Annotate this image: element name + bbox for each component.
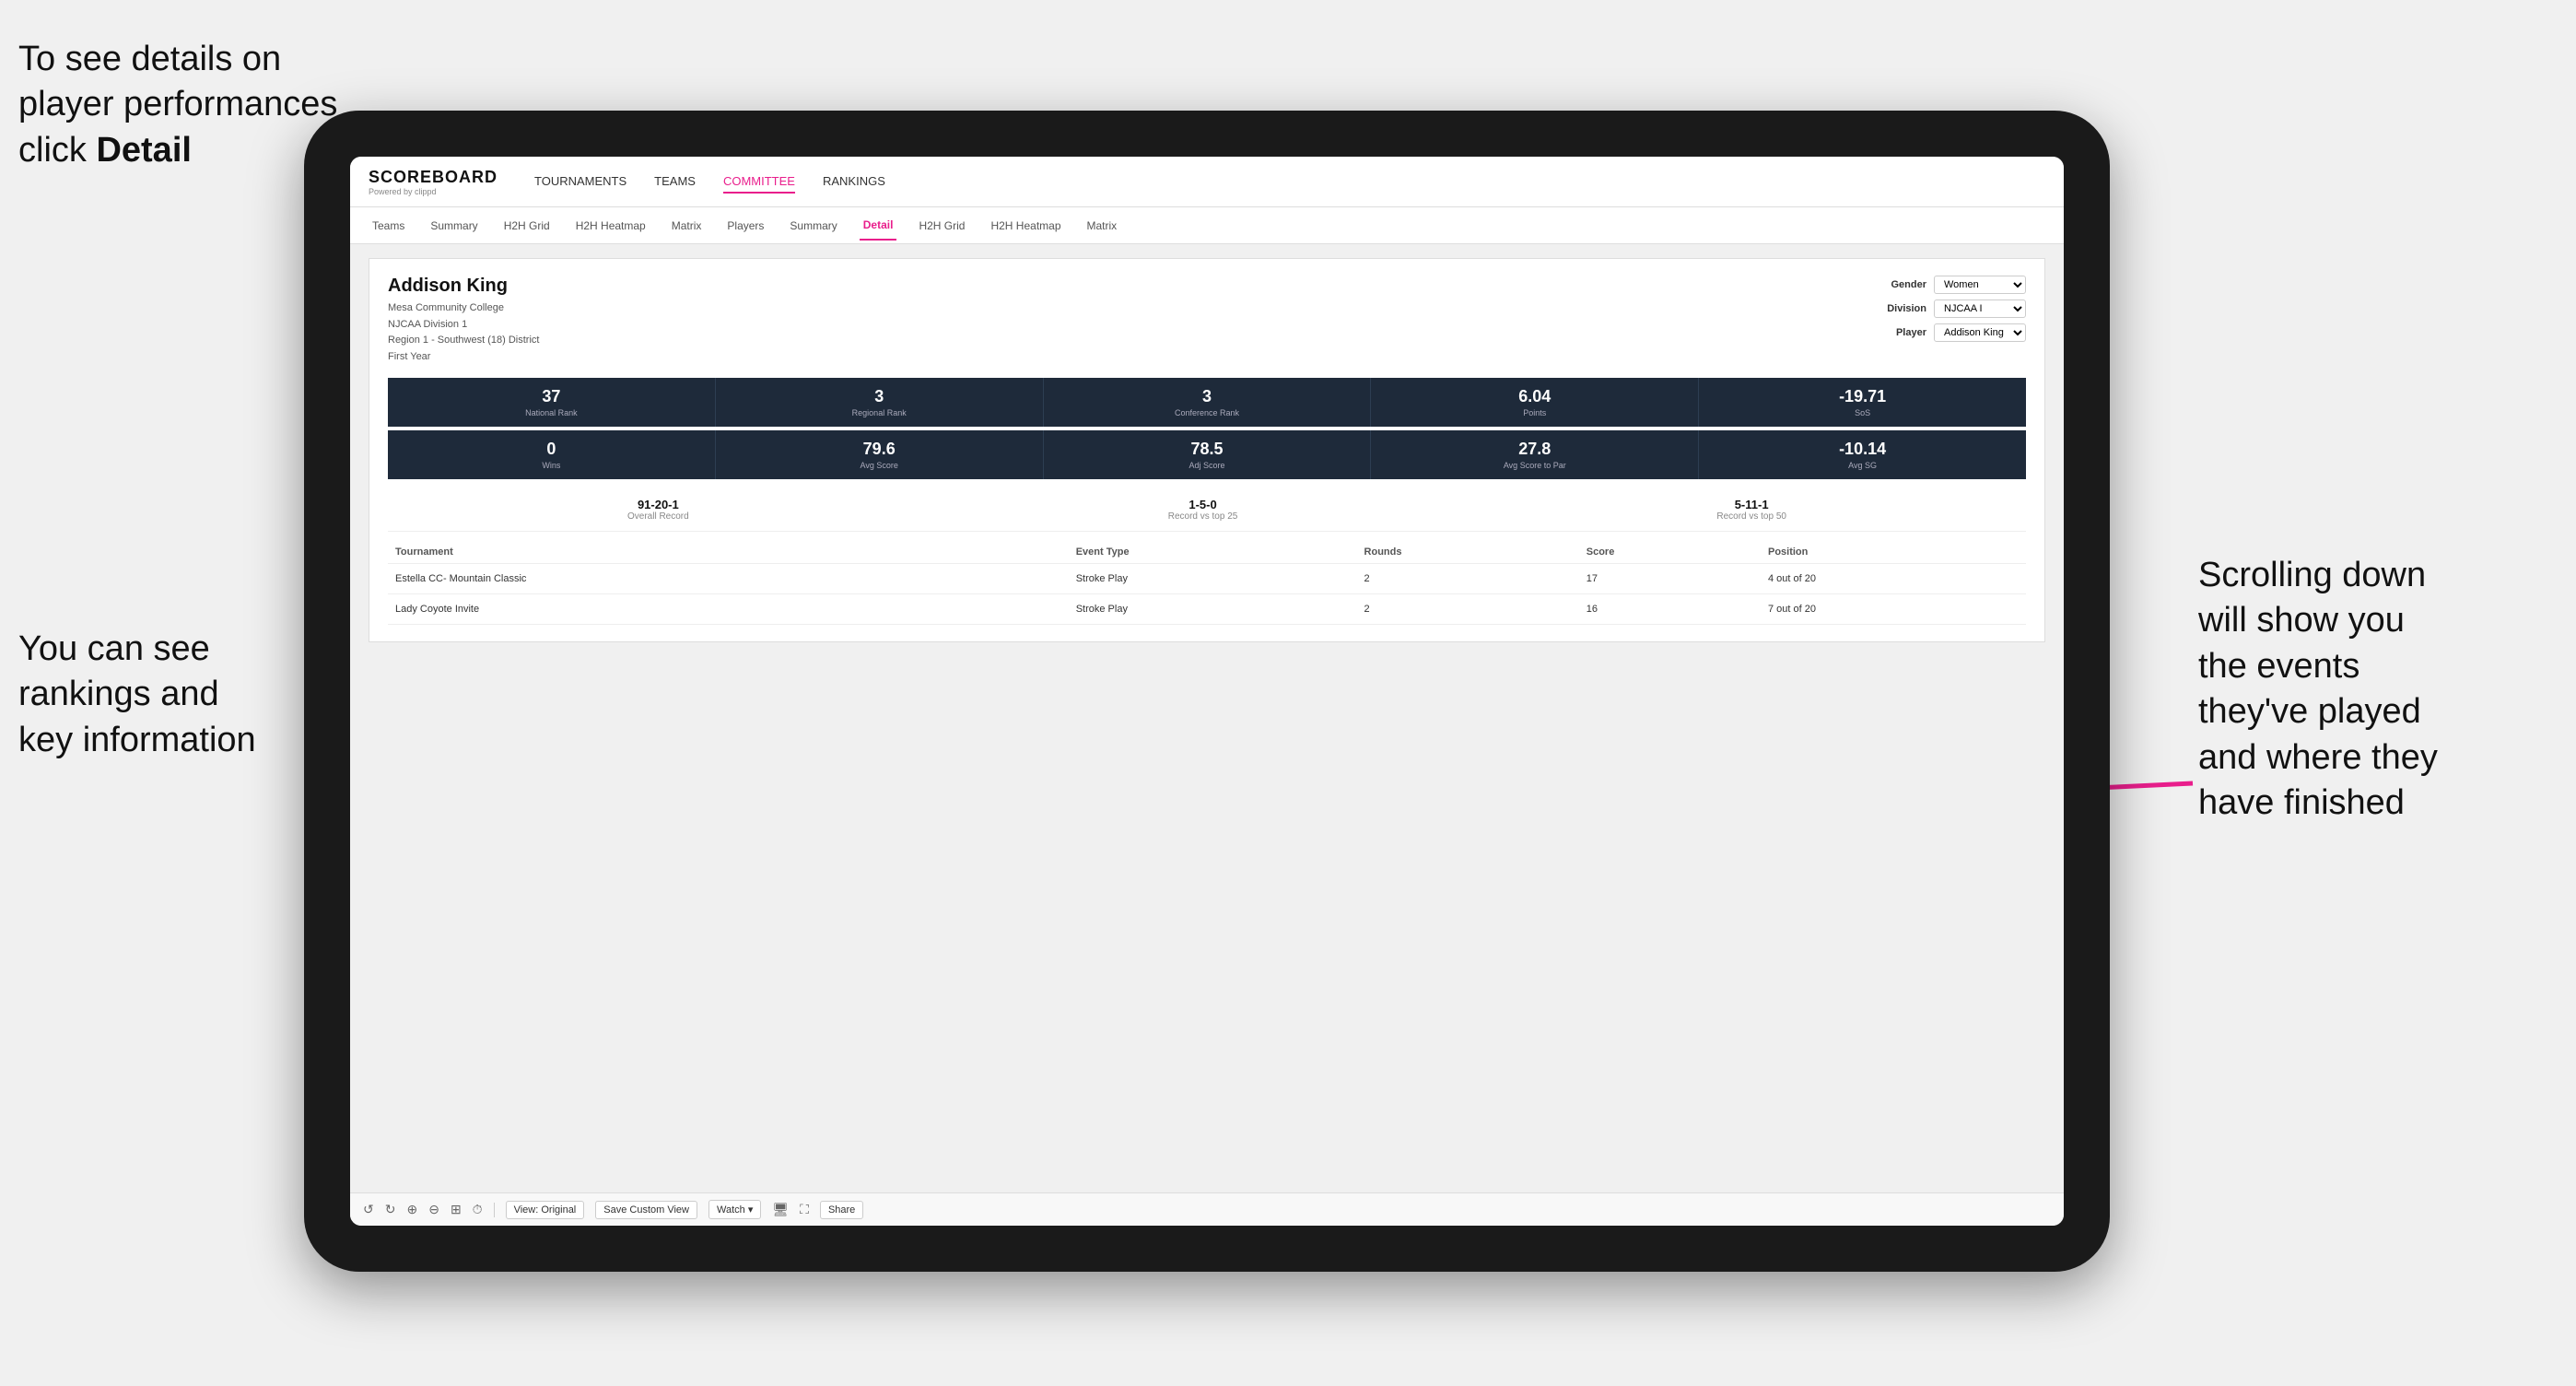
table-header: Rounds bbox=[1357, 541, 1579, 564]
table-header: Tournament bbox=[388, 541, 1006, 564]
stat-cell: 0Wins bbox=[388, 430, 716, 479]
division-filter: Division NJCAA I bbox=[1880, 300, 2026, 318]
player-filters: Gender Women Division NJCAA I bbox=[1880, 276, 2026, 342]
save-custom-view-button[interactable]: Save Custom View bbox=[595, 1201, 697, 1219]
view-original-button[interactable]: View: Original bbox=[506, 1201, 585, 1219]
table-cell: Stroke Play bbox=[1069, 594, 1357, 625]
table-cell bbox=[1006, 594, 1069, 625]
subnav-h2h-heatmap[interactable]: H2H Heatmap bbox=[572, 212, 650, 240]
zoom-in-icon[interactable]: ⊕ bbox=[406, 1202, 417, 1217]
table-cell: Estella CC- Mountain Classic bbox=[388, 564, 1006, 594]
player-header: Addison King Mesa Community College NJCA… bbox=[388, 276, 2026, 365]
monitor-icon[interactable]: 🖥 bbox=[772, 1202, 789, 1217]
player-info: Addison King Mesa Community College NJCA… bbox=[388, 276, 539, 365]
table-header: Position bbox=[1761, 541, 2026, 564]
expand-icon[interactable]: ⛶ bbox=[800, 1202, 809, 1217]
subnav-h2h-grid[interactable]: H2H Grid bbox=[500, 212, 554, 240]
timer-icon[interactable]: ⏱ bbox=[473, 1202, 483, 1217]
annotation-right: Scrolling down will show you the events … bbox=[2198, 553, 2548, 826]
table-header: Score bbox=[1579, 541, 1761, 564]
annotation-top-left: To see details on player performances cl… bbox=[18, 37, 337, 173]
gender-label: Gender bbox=[1880, 279, 1926, 290]
stat-cell: -10.14Avg SG bbox=[1699, 430, 2026, 479]
subnav-matrix2[interactable]: Matrix bbox=[1083, 212, 1121, 240]
table-cell: 7 out of 20 bbox=[1761, 594, 2026, 625]
stat-cell: 3Conference Rank bbox=[1044, 378, 1372, 427]
toolbar-divider bbox=[494, 1203, 495, 1217]
table-header bbox=[1006, 541, 1069, 564]
share-button[interactable]: Share bbox=[820, 1201, 863, 1219]
player-college: Mesa Community College bbox=[388, 300, 539, 317]
nav-teams[interactable]: TEAMS bbox=[654, 170, 696, 194]
table-cell bbox=[1006, 564, 1069, 594]
player-name: Addison King bbox=[388, 276, 539, 297]
subnav-detail[interactable]: Detail bbox=[860, 211, 897, 241]
subnav-matrix[interactable]: Matrix bbox=[668, 212, 706, 240]
record-cell: 5-11-1Record vs top 50 bbox=[1716, 498, 1786, 522]
logo-title: SCOREBOARD bbox=[369, 168, 498, 187]
nav-committee[interactable]: COMMITTEE bbox=[723, 170, 795, 194]
tablet-screen: SCOREBOARD Powered by clippd TOURNAMENTS… bbox=[350, 157, 2064, 1226]
bottom-toolbar: ↺ ↻ ⊕ ⊖ ⊞ ⏱ View: Original Save Custom V… bbox=[350, 1192, 2064, 1226]
record-cell: 1-5-0Record vs top 25 bbox=[1168, 498, 1238, 522]
logo-subtitle: Powered by clippd bbox=[369, 187, 498, 196]
subnav-h2h-heatmap2[interactable]: H2H Heatmap bbox=[987, 212, 1064, 240]
player-region: Region 1 - Southwest (18) District bbox=[388, 333, 539, 349]
table-cell: 17 bbox=[1579, 564, 1761, 594]
gender-filter: Gender Women bbox=[1880, 276, 2026, 294]
nav-rankings[interactable]: RANKINGS bbox=[823, 170, 885, 194]
subnav-summary[interactable]: Summary bbox=[427, 212, 481, 240]
table-cell: 4 out of 20 bbox=[1761, 564, 2026, 594]
subnav-players[interactable]: Players bbox=[723, 212, 767, 240]
stat-cell: 27.8Avg Score to Par bbox=[1371, 430, 1699, 479]
player-select[interactable]: Addison King bbox=[1934, 323, 2026, 342]
records-row: 91-20-1Overall Record 1-5-0Record vs top … bbox=[388, 488, 2026, 532]
subnav-teams[interactable]: Teams bbox=[369, 212, 408, 240]
table-row: Lady Coyote Invite Stroke Play2167 out of… bbox=[388, 594, 2026, 625]
table-cell: Lady Coyote Invite bbox=[388, 594, 1006, 625]
tablet-frame: SCOREBOARD Powered by clippd TOURNAMENTS… bbox=[304, 111, 2110, 1272]
redo-icon[interactable]: ↻ bbox=[385, 1202, 396, 1217]
table-header: Event Type bbox=[1069, 541, 1357, 564]
player-detail-panel: Addison King Mesa Community College NJCA… bbox=[369, 258, 2045, 642]
top-nav: SCOREBOARD Powered by clippd TOURNAMENTS… bbox=[350, 157, 2064, 207]
stats-row-1: 37National Rank3Regional Rank3Conference… bbox=[388, 378, 2026, 427]
watch-button[interactable]: Watch ▾ bbox=[708, 1200, 761, 1219]
division-select[interactable]: NJCAA I bbox=[1934, 300, 2026, 318]
table-cell: Stroke Play bbox=[1069, 564, 1357, 594]
main-content: Addison King Mesa Community College NJCA… bbox=[350, 244, 2064, 1192]
main-nav: TOURNAMENTS TEAMS COMMITTEE RANKINGS bbox=[534, 170, 885, 194]
nav-tournaments[interactable]: TOURNAMENTS bbox=[534, 170, 626, 194]
division-label: Division bbox=[1880, 303, 1926, 314]
subnav-h2h-grid2[interactable]: H2H Grid bbox=[915, 212, 968, 240]
stat-cell: -19.71SoS bbox=[1699, 378, 2026, 427]
stat-cell: 3Regional Rank bbox=[716, 378, 1044, 427]
player-filter: Player Addison King bbox=[1880, 323, 2026, 342]
subnav-summary2[interactable]: Summary bbox=[786, 212, 840, 240]
table-row: Estella CC- Mountain Classic Stroke Play2… bbox=[388, 564, 2026, 594]
tournament-table: TournamentEvent TypeRoundsScorePositionE… bbox=[388, 541, 2026, 625]
stat-cell: 6.04Points bbox=[1371, 378, 1699, 427]
gender-select[interactable]: Women bbox=[1934, 276, 2026, 294]
sub-nav: Teams Summary H2H Grid H2H Heatmap Matri… bbox=[350, 207, 2064, 244]
stat-cell: 79.6Avg Score bbox=[716, 430, 1044, 479]
table-cell: 2 bbox=[1357, 594, 1579, 625]
player-year: First Year bbox=[388, 349, 539, 366]
layout-icon[interactable]: ⊞ bbox=[451, 1202, 462, 1217]
stat-cell: 78.5Adj Score bbox=[1044, 430, 1372, 479]
record-cell: 91-20-1Overall Record bbox=[627, 498, 689, 522]
stats-row-2: 0Wins79.6Avg Score78.5Adj Score27.8Avg S… bbox=[388, 430, 2026, 479]
table-cell: 2 bbox=[1357, 564, 1579, 594]
player-division: NJCAA Division 1 bbox=[388, 317, 539, 334]
table-cell: 16 bbox=[1579, 594, 1761, 625]
stat-cell: 37National Rank bbox=[388, 378, 716, 427]
undo-icon[interactable]: ↺ bbox=[363, 1202, 374, 1217]
logo: SCOREBOARD Powered by clippd bbox=[369, 168, 498, 196]
zoom-out-icon[interactable]: ⊖ bbox=[428, 1202, 439, 1217]
player-label: Player bbox=[1880, 327, 1926, 338]
annotation-bottom-left: You can see rankings and key information bbox=[18, 627, 256, 763]
